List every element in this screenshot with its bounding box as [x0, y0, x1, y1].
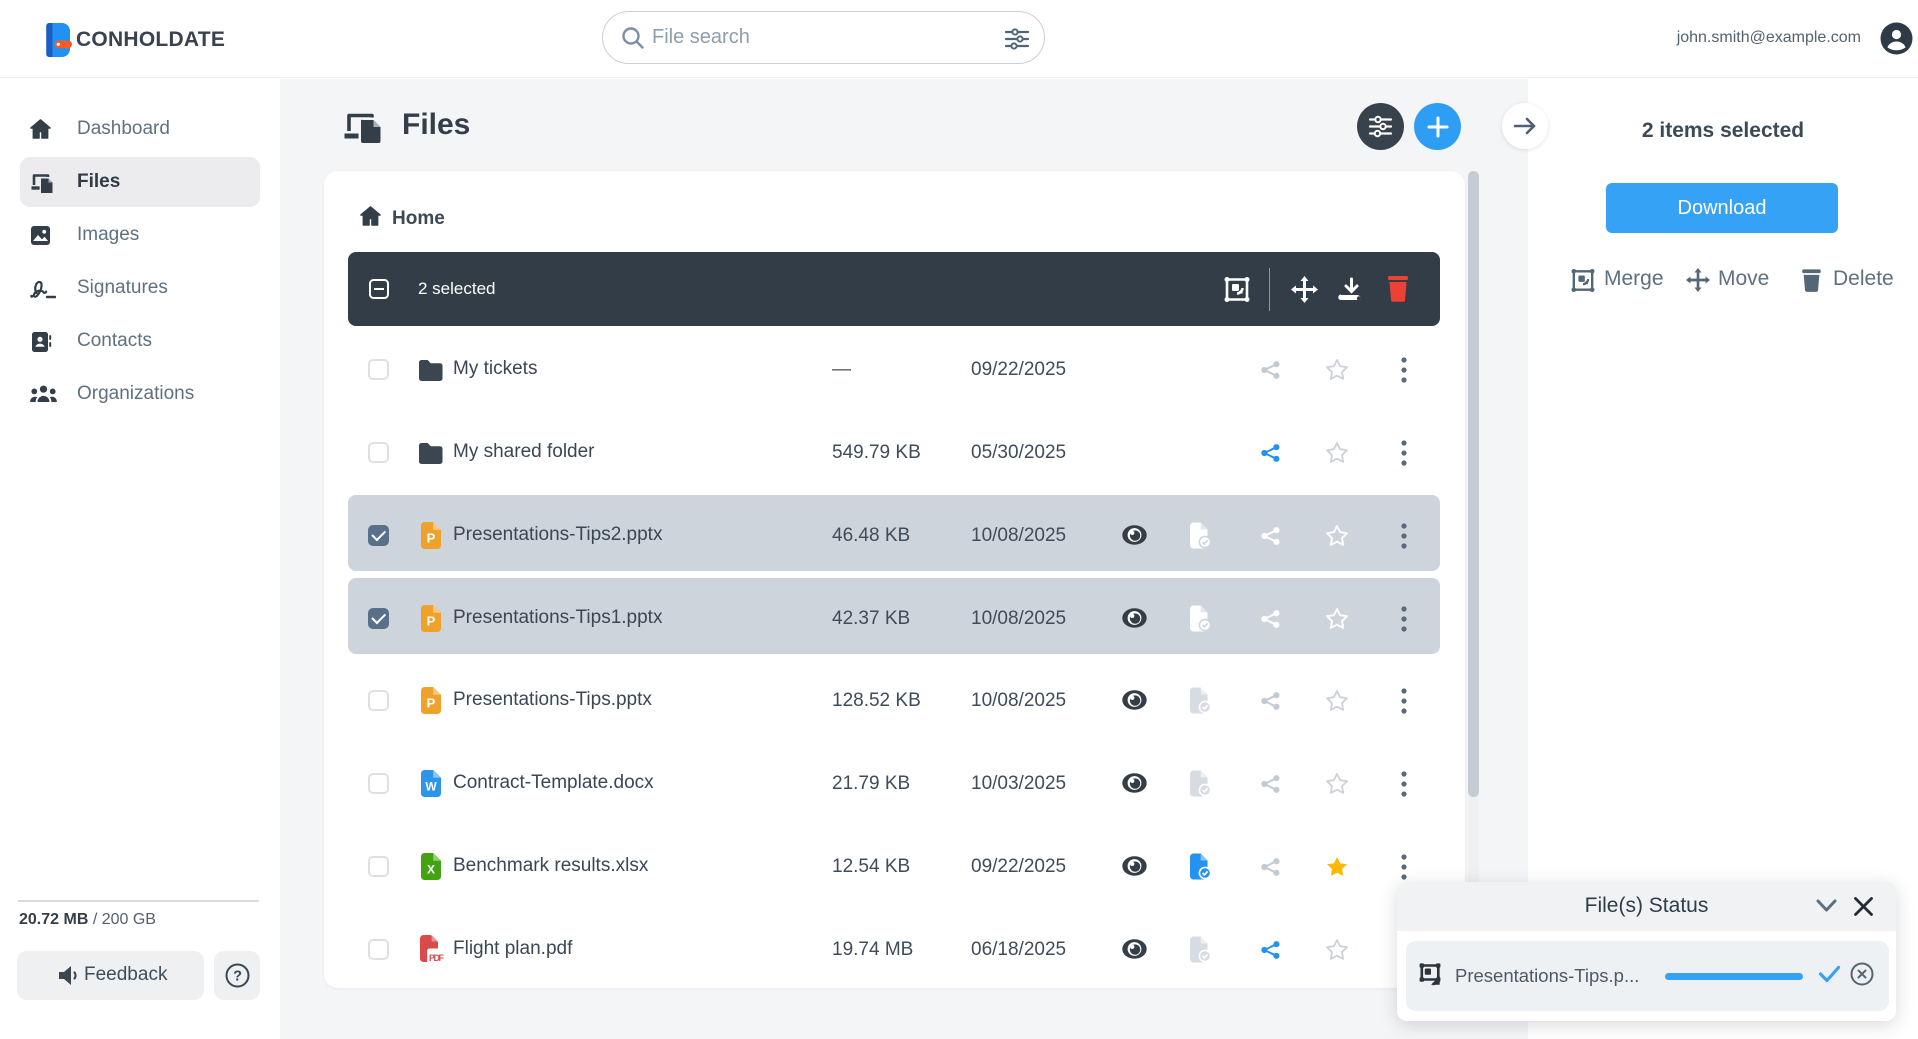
svg-text:W: W — [425, 780, 437, 794]
svg-text:?: ? — [233, 969, 242, 985]
svg-text:P: P — [427, 531, 436, 546]
svg-text:P: P — [427, 696, 436, 711]
svg-text:PDF: PDF — [429, 953, 445, 962]
svg-text:P: P — [427, 614, 436, 629]
svg-text:X: X — [427, 863, 435, 877]
